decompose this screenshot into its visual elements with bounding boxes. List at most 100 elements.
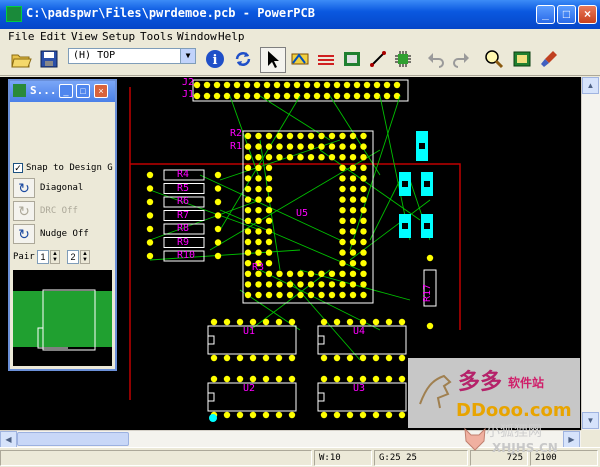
refresh-icon[interactable]: [230, 47, 256, 73]
scroll-up-icon[interactable]: ▲: [582, 77, 599, 94]
pair-field-2[interactable]: 2: [67, 250, 79, 264]
pad: [236, 354, 244, 362]
layer-select[interactable]: (H) TOP ▼: [68, 48, 196, 64]
menu-file[interactable]: File: [8, 30, 35, 43]
menu-view[interactable]: View: [71, 30, 98, 43]
pad: [359, 354, 367, 362]
pad: [265, 132, 273, 140]
pad: [349, 238, 357, 246]
undo-icon[interactable]: [423, 47, 449, 73]
nudge-icon[interactable]: ↻: [13, 224, 35, 244]
pad: [283, 92, 291, 100]
pad: [265, 281, 273, 288]
pad: [333, 375, 341, 383]
resistor-label-r8: R8: [177, 223, 190, 234]
pad: [265, 154, 273, 161]
status-width: W:10: [314, 450, 372, 466]
pad: [275, 375, 283, 383]
menu-help[interactable]: Help: [218, 30, 245, 43]
pad: [265, 228, 273, 235]
via-marker: [209, 414, 217, 422]
pad: [303, 81, 311, 89]
pad: [273, 81, 281, 89]
pair-stepper-1[interactable]: ▲ ▼: [50, 250, 60, 264]
pad: [236, 375, 244, 383]
minimize-button[interactable]: _: [536, 5, 555, 24]
pad: [146, 225, 154, 233]
pad: [339, 185, 346, 193]
pad: [146, 171, 154, 179]
pad: [383, 81, 391, 89]
pad: [320, 375, 328, 383]
chevron-down-icon[interactable]: ▼: [180, 49, 195, 63]
pad: [286, 154, 294, 161]
zoom-icon[interactable]: [481, 47, 507, 73]
drafting-icon[interactable]: [287, 47, 313, 73]
menu-edit[interactable]: Edit: [40, 30, 67, 43]
palette-title-bar[interactable]: S... _ □ ×: [10, 81, 115, 102]
pad: [265, 143, 273, 150]
pad: [244, 249, 252, 256]
menu-tools[interactable]: Tools: [140, 30, 173, 43]
component-icon[interactable]: [390, 47, 416, 73]
pair-field-1[interactable]: 1: [37, 250, 49, 264]
pad: [223, 375, 231, 383]
clean-icon[interactable]: [537, 47, 563, 73]
scroll-left-icon[interactable]: ◀: [0, 431, 17, 448]
palette-minimize-button[interactable]: _: [59, 84, 73, 98]
pad: [288, 375, 296, 383]
pad: [244, 185, 252, 193]
resistor-label-r6: R6: [177, 196, 190, 207]
info-icon[interactable]: i: [202, 47, 228, 73]
open-icon[interactable]: [8, 47, 34, 73]
maximize-button[interactable]: □: [557, 5, 576, 24]
route-icon[interactable]: [365, 47, 391, 73]
save-icon[interactable]: [36, 47, 62, 73]
pad: [255, 291, 262, 299]
pad: [223, 92, 231, 100]
watermark-tag: 软件站: [508, 376, 545, 390]
powerpcb-app-icon[interactable]: [6, 6, 22, 22]
pad: [363, 81, 371, 89]
pair-stepper-2[interactable]: ▲ ▼: [80, 250, 90, 264]
pad: [349, 196, 357, 203]
pad: [349, 175, 357, 182]
menu-setup[interactable]: Setup: [102, 30, 135, 43]
pad: [276, 154, 283, 161]
pad: [297, 132, 304, 140]
pad: [265, 291, 273, 299]
pad: [244, 154, 252, 161]
snap-checkbox[interactable]: ✓: [13, 163, 23, 173]
pad: [360, 217, 367, 224]
pad: [353, 81, 361, 89]
menu-window[interactable]: Window: [177, 30, 217, 43]
pad: [313, 81, 321, 89]
design-icon[interactable]: [313, 47, 339, 73]
pad: [346, 375, 354, 383]
pad: [276, 270, 283, 277]
pad: [339, 154, 346, 161]
select-arrow-icon[interactable]: [260, 47, 286, 73]
board-preview[interactable]: [13, 270, 112, 366]
vertical-scrollbar[interactable]: ▲ ▼: [581, 77, 600, 430]
pad: [343, 92, 351, 100]
pad: [385, 375, 393, 383]
drc-icon[interactable]: ↻: [13, 201, 35, 221]
pad: [360, 175, 367, 182]
resistor-label-r4: R4: [177, 169, 190, 180]
pad: [244, 281, 252, 288]
palette-maximize-button[interactable]: □: [76, 84, 90, 98]
horizontal-scroll-thumb[interactable]: [17, 432, 129, 446]
pad: [320, 411, 328, 419]
status-grid: G:25 25: [374, 450, 468, 466]
pad: [349, 270, 357, 277]
diagonal-icon[interactable]: ↻: [13, 178, 35, 198]
pad: [262, 354, 270, 362]
close-button[interactable]: ×: [578, 5, 597, 24]
ecc-icon[interactable]: [339, 47, 365, 73]
pad: [265, 196, 273, 203]
redo-icon[interactable]: [448, 47, 474, 73]
cam-icon[interactable]: [509, 47, 535, 73]
pad: [333, 411, 341, 419]
palette-close-button[interactable]: ×: [94, 84, 108, 98]
